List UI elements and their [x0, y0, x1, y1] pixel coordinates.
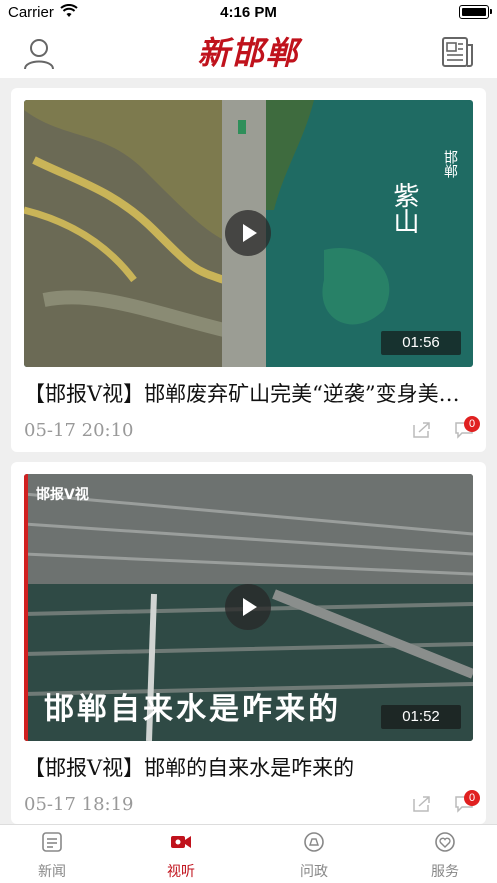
video-thumbnail[interactable]: 邯郸 紫山 01:56 — [24, 100, 473, 367]
share-icon[interactable] — [412, 421, 432, 439]
status-time: 4:16 PM — [220, 4, 277, 21]
tab-politics[interactable]: 问政 — [274, 831, 354, 881]
news-card[interactable]: 邯郸 紫山 01:56 【邯报V视】邯郸废弃矿山完美“逆袭”变身美丽风景 05-… — [11, 88, 486, 452]
tab-label: 新闻 — [38, 864, 66, 880]
comment-count-badge: 0 — [464, 790, 480, 806]
app-header: 新邯郸 — [0, 26, 497, 78]
service-icon — [435, 832, 455, 852]
newspaper-icon[interactable] — [441, 35, 475, 69]
tab-label: 问政 — [300, 864, 328, 880]
overlay-tag: 邯报V视 — [36, 487, 89, 503]
overlay-city: 邯郸 — [442, 150, 458, 178]
status-bar: Carrier 4:16 PM — [0, 0, 497, 26]
video-thumbnail[interactable]: 邯报V视 邯郸自来水是咋来的 01:52 — [24, 474, 473, 741]
video-duration: 01:52 — [381, 705, 461, 729]
overlay-title: 紫山 — [389, 182, 419, 234]
play-icon[interactable] — [225, 584, 271, 630]
news-card[interactable]: 邯报V视 邯郸自来水是咋来的 01:52 【邯报V视】邯郸的自来水是咋来的 05… — [11, 462, 486, 824]
tab-label: 视听 — [167, 864, 195, 880]
tab-video[interactable]: 视听 — [141, 831, 221, 881]
news-icon — [42, 832, 62, 852]
tab-news[interactable]: 新闻 — [12, 831, 92, 881]
comment-count-badge: 0 — [464, 416, 480, 432]
app-logo: 新邯郸 — [197, 34, 300, 72]
share-icon[interactable] — [412, 795, 432, 813]
news-date: 05-17 18:19 — [24, 794, 134, 815]
tab-label: 服务 — [431, 864, 459, 880]
play-icon[interactable] — [225, 210, 271, 256]
news-date: 05-17 20:10 — [24, 420, 134, 441]
overlay-caption: 邯郸自来水是咋来的 — [44, 692, 341, 727]
politics-icon — [304, 832, 324, 852]
video-duration: 01:56 — [381, 331, 461, 355]
news-title[interactable]: 【邯报V视】邯郸废弃矿山完美“逆袭”变身美丽风景 — [24, 378, 476, 408]
video-icon — [171, 836, 191, 848]
bottom-tab-bar: 新闻 视听 问政 服务 — [0, 824, 497, 883]
news-title[interactable]: 【邯报V视】邯郸的自来水是咋来的 — [24, 752, 476, 782]
tab-service[interactable]: 服务 — [405, 831, 485, 881]
battery-icon — [459, 5, 492, 19]
